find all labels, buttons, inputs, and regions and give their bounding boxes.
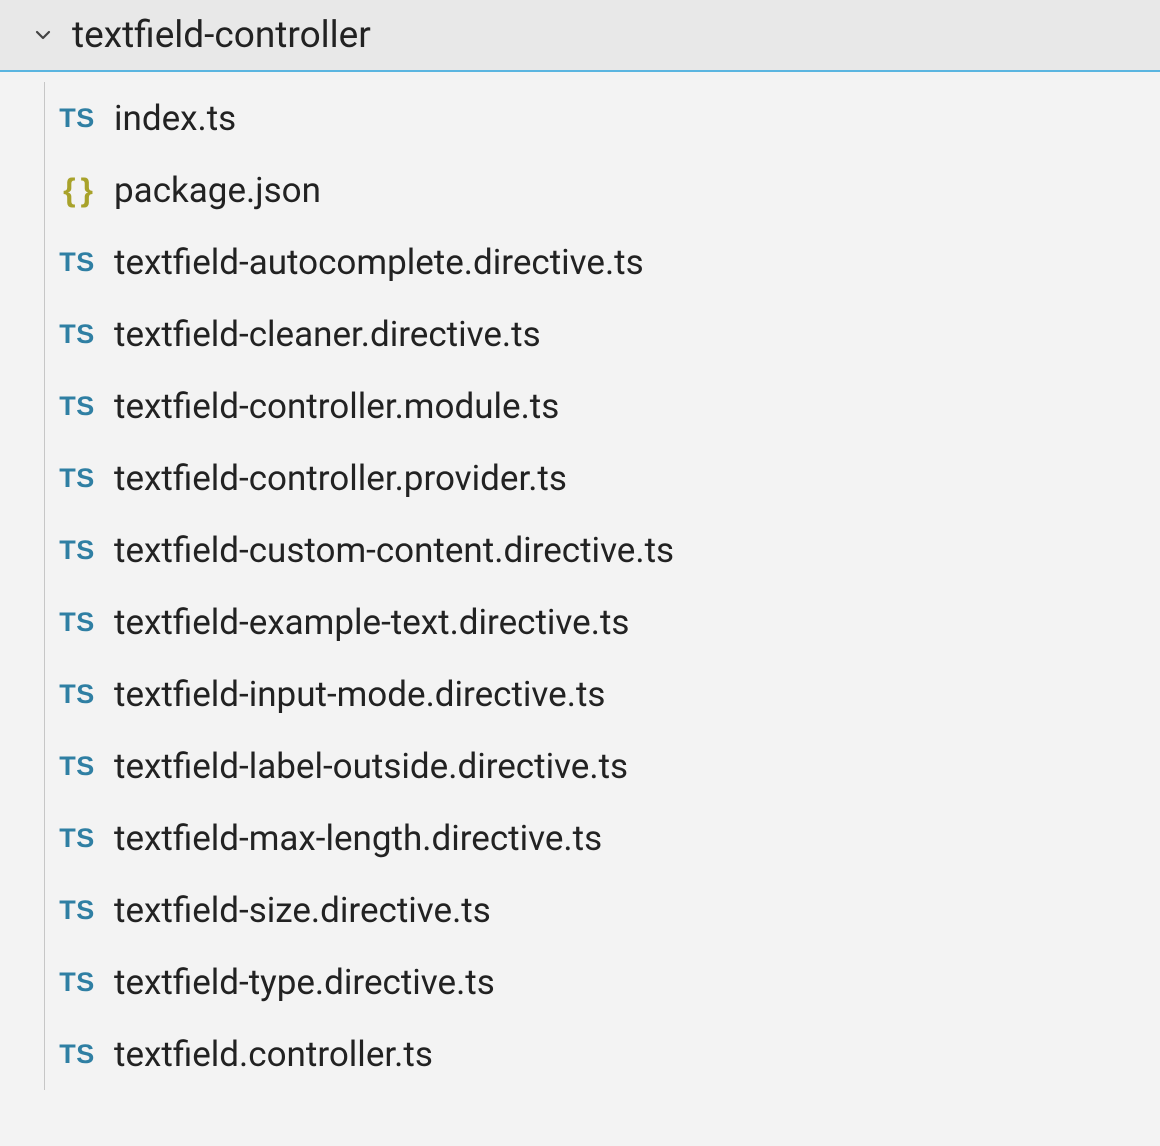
json-icon: { } [54, 172, 100, 209]
typescript-icon: TS [54, 103, 100, 134]
file-row[interactable]: TS textfield-controller.module.ts [0, 370, 1160, 442]
file-name: textfield-cleaner.directive.ts [114, 314, 541, 355]
file-name: textfield-example-text.directive.ts [114, 602, 629, 643]
file-row[interactable]: TS textfield-controller.provider.ts [0, 442, 1160, 514]
file-row[interactable]: TS textfield-input-mode.directive.ts [0, 658, 1160, 730]
typescript-icon: TS [54, 679, 100, 710]
file-name: textfield-controller.provider.ts [114, 458, 567, 499]
file-row[interactable]: TS textfield-max-length.directive.ts [0, 802, 1160, 874]
file-name: package.json [114, 170, 321, 211]
typescript-icon: TS [54, 247, 100, 278]
file-name: textfield-input-mode.directive.ts [114, 674, 605, 715]
typescript-icon: TS [54, 391, 100, 422]
file-name: textfield-autocomplete.directive.ts [114, 242, 644, 283]
file-list: TS index.ts { } package.json TS textfiel… [0, 72, 1160, 1090]
file-row[interactable]: TS textfield.controller.ts [0, 1018, 1160, 1090]
chevron-down-icon [30, 22, 56, 48]
typescript-icon: TS [54, 1039, 100, 1070]
file-name: textfield-size.directive.ts [114, 890, 491, 931]
file-row[interactable]: { } package.json [0, 154, 1160, 226]
file-name: index.ts [114, 98, 236, 139]
file-row[interactable]: TS textfield-example-text.directive.ts [0, 586, 1160, 658]
file-name: textfield-max-length.directive.ts [114, 818, 602, 859]
file-name: textfield.controller.ts [114, 1034, 433, 1075]
typescript-icon: TS [54, 751, 100, 782]
typescript-icon: TS [54, 607, 100, 638]
file-name: textfield-label-outside.directive.ts [114, 746, 628, 787]
typescript-icon: TS [54, 895, 100, 926]
file-name: textfield-type.directive.ts [114, 962, 495, 1003]
file-row[interactable]: TS index.ts [0, 82, 1160, 154]
file-row[interactable]: TS textfield-custom-content.directive.ts [0, 514, 1160, 586]
file-name: textfield-custom-content.directive.ts [114, 530, 674, 571]
typescript-icon: TS [54, 535, 100, 566]
typescript-icon: TS [54, 319, 100, 350]
file-row[interactable]: TS textfield-label-outside.directive.ts [0, 730, 1160, 802]
folder-name: textfield-controller [72, 14, 371, 57]
typescript-icon: TS [54, 823, 100, 854]
file-row[interactable]: TS textfield-cleaner.directive.ts [0, 298, 1160, 370]
file-row[interactable]: TS textfield-size.directive.ts [0, 874, 1160, 946]
folder-header[interactable]: textfield-controller [0, 0, 1160, 72]
file-name: textfield-controller.module.ts [114, 386, 559, 427]
file-row[interactable]: TS textfield-type.directive.ts [0, 946, 1160, 1018]
typescript-icon: TS [54, 967, 100, 998]
file-row[interactable]: TS textfield-autocomplete.directive.ts [0, 226, 1160, 298]
typescript-icon: TS [54, 463, 100, 494]
